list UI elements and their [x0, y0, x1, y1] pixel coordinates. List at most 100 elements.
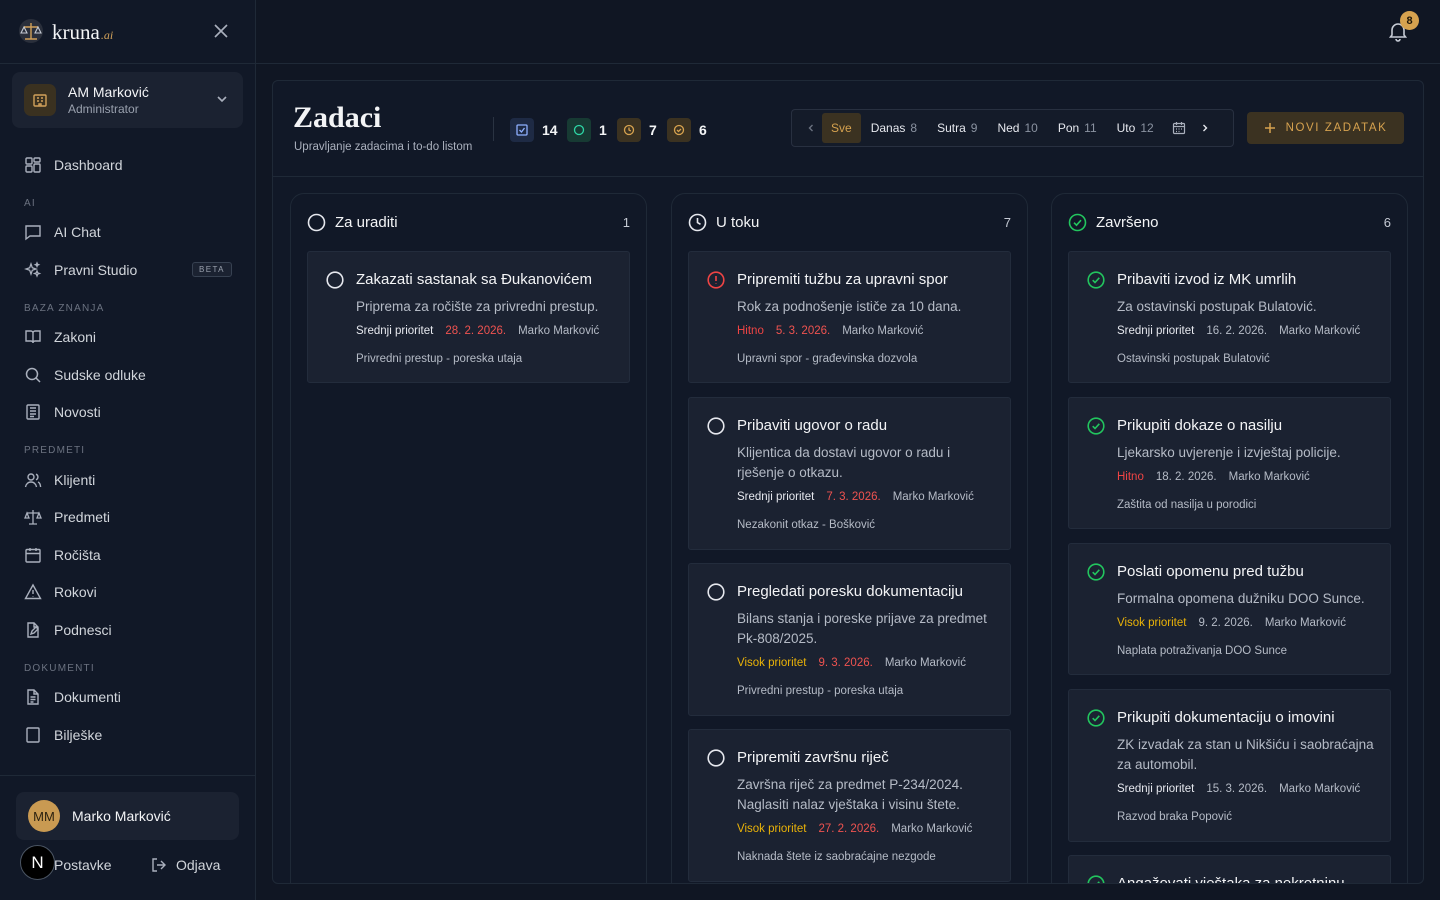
- check-circle-icon[interactable]: [1087, 875, 1105, 884]
- account-switcher[interactable]: AM Marković Administrator: [12, 72, 243, 128]
- sidebar-item-label: Dokumenti: [54, 689, 121, 706]
- filter-uto[interactable]: Uto 12: [1107, 113, 1164, 143]
- task-card[interactable]: Pribaviti ugovor o radu Klijentica da do…: [688, 397, 1011, 550]
- check-circle-icon[interactable]: [1087, 417, 1105, 435]
- tasks-panel: Zadaci Upravljanje zadacima i to-do list…: [272, 80, 1424, 884]
- task-card[interactable]: Poslati opomenu pred tužbu Formalna opom…: [1068, 543, 1391, 675]
- task-title: Poslati opomenu pred tužbu: [1117, 563, 1304, 580]
- filter-sutra[interactable]: Sutra 9: [927, 113, 987, 143]
- column-done: Završeno 6 Pribaviti izvod iz MK umrlih …: [1051, 193, 1408, 884]
- filter-sve[interactable]: Sve: [822, 113, 861, 143]
- column-header: Za uraditi: [307, 213, 398, 232]
- task-card[interactable]: Prikupiti dokaze o nasilju Ljekarsko uvj…: [1068, 397, 1391, 529]
- sidebar-item-rokovi[interactable]: Rokovi: [0, 574, 256, 612]
- calendar-icon: [1172, 122, 1185, 135]
- sidebar-item-klijenti[interactable]: Klijenti: [0, 461, 256, 499]
- alert-circle-icon[interactable]: [707, 271, 725, 289]
- filter-ned[interactable]: Ned 10: [987, 113, 1047, 143]
- stat-done: 6: [667, 118, 707, 142]
- task-card[interactable]: Pripremiti završnu riječ Završna riječ z…: [688, 729, 1011, 882]
- sidebar-item-rocista[interactable]: Ročišta: [0, 536, 256, 574]
- task-case: Upravni spor - građevinska dozvola: [737, 353, 918, 365]
- task-description: Rok za podnošenje ističe za 10 dana.: [737, 299, 962, 314]
- task-case: Ostavinski postupak Bulatović: [1117, 353, 1270, 365]
- filter-calendar-button[interactable]: [1164, 121, 1194, 135]
- task-card[interactable]: Zakazati sastanak sa Đukanovićem Priprem…: [307, 251, 630, 383]
- sidebar-item-label: Klijenti: [54, 471, 96, 488]
- close-sidebar-button[interactable]: [210, 20, 232, 42]
- sidebar-item-label: Bilješke: [54, 726, 103, 743]
- column-title: Za uraditi: [335, 214, 398, 231]
- sidebar-item-label: Ročišta: [54, 546, 101, 563]
- sparkles-icon: [24, 261, 42, 278]
- task-priority: Hitno: [737, 325, 764, 337]
- users-icon: [24, 473, 42, 487]
- logout-link[interactable]: Odjava: [150, 856, 220, 874]
- check-circle-icon[interactable]: [1087, 563, 1105, 581]
- stat-total-value: 14: [542, 122, 558, 138]
- sidebar-item-label: Podnesci: [54, 621, 112, 638]
- task-card[interactable]: Angažovati vještaka za nekretninu: [1068, 855, 1391, 884]
- page-title: Zadaci: [293, 101, 382, 134]
- circle-icon[interactable]: [707, 583, 725, 601]
- sidebar-item-podnesci[interactable]: Podnesci: [0, 611, 256, 649]
- nav-section-baza-znanja: BAZA ZNANJA: [24, 302, 105, 314]
- document-icon: [27, 689, 39, 705]
- filter-prev-button[interactable]: [800, 123, 822, 133]
- task-date: 27. 2. 2026.: [818, 823, 880, 835]
- header-separator: [493, 117, 494, 141]
- sidebar-item-predmeti[interactable]: Predmeti: [0, 499, 256, 537]
- brand-logo[interactable]: kruna.ai: [18, 16, 113, 48]
- stat-in-progress-value: 7: [649, 122, 657, 138]
- sidebar-item-label: Zakoni: [54, 329, 97, 346]
- page-subtitle: Upravljanje zadacima i to-do listom: [294, 141, 473, 153]
- newspaper-icon: [26, 404, 40, 420]
- sidebar-item-biljeske[interactable]: Bilješke: [0, 716, 256, 754]
- task-date: 28. 2. 2026.: [445, 325, 507, 337]
- sidebar-item-zakoni[interactable]: Zakoni: [0, 319, 256, 357]
- circle-icon[interactable]: [707, 417, 725, 435]
- sidebar-item-label: Novosti: [54, 404, 101, 421]
- task-title: Pregledati poresku dokumentaciju: [737, 583, 963, 600]
- check-circle-icon[interactable]: [1087, 709, 1105, 727]
- sidebar-item-pravni-studio[interactable]: Pravni Studio BETA: [0, 251, 256, 289]
- warning-icon: [24, 583, 42, 600]
- filter-danas[interactable]: Danas 8: [861, 113, 927, 143]
- new-task-button[interactable]: NOVI ZADATAK: [1247, 112, 1404, 144]
- task-case: Privredni prestup - poreska utaja: [737, 685, 904, 697]
- check-circle-icon[interactable]: [1087, 271, 1105, 289]
- task-card[interactable]: Pribaviti izvod iz MK umrlih Za ostavins…: [1068, 251, 1391, 383]
- account-name: AM Marković: [68, 84, 149, 100]
- circle-icon[interactable]: [326, 271, 344, 289]
- circle-icon[interactable]: [707, 749, 725, 767]
- circle-icon: [567, 118, 591, 142]
- task-card[interactable]: Pregledati poresku dokumentaciju Bilans …: [688, 563, 1011, 716]
- task-date: 9. 3. 2026.: [818, 657, 873, 669]
- task-meta: Hitno 18. 2. 2026. Marko Marković: [1117, 471, 1310, 483]
- task-owner: Marko Marković: [1264, 617, 1346, 629]
- task-title: Pripremiti završnu riječ: [737, 749, 889, 766]
- task-priority: Visok prioritet: [737, 823, 807, 835]
- sidebar-item-dokumenti[interactable]: Dokumenti: [0, 679, 256, 717]
- column-header: U toku: [688, 213, 759, 232]
- task-card[interactable]: Prikupiti dokumentaciju o imovini ZK izv…: [1068, 689, 1391, 842]
- task-meta: Srednji prioritet 15. 3. 2026. Marko Mar…: [1117, 783, 1360, 795]
- filter-pon[interactable]: Pon 11: [1048, 113, 1107, 143]
- stat-todo-value: 1: [599, 122, 607, 138]
- next-dev-badge[interactable]: N: [20, 845, 55, 880]
- circle-icon: [307, 213, 326, 232]
- panel-header: Zadaci Upravljanje zadacima i to-do list…: [273, 81, 1423, 177]
- sidebar-item-dashboard[interactable]: Dashboard: [0, 146, 256, 184]
- sidebar-item-ai-chat[interactable]: AI Chat: [0, 214, 256, 252]
- sidebar-item-sudske-odluke[interactable]: Sudske odluke: [0, 356, 256, 394]
- task-date: 16. 2. 2026.: [1206, 325, 1268, 337]
- user-card[interactable]: MM Marko Marković: [16, 792, 239, 840]
- filter-next-button[interactable]: [1194, 123, 1216, 133]
- task-card[interactable]: Pripremiti tužbu za upravni spor Rok za …: [688, 251, 1011, 383]
- chevron-down-icon: [217, 96, 227, 103]
- task-meta: Srednji prioritet 28. 2. 2026. Marko Mar…: [356, 325, 599, 337]
- task-meta: Visok prioritet 27. 2. 2026. Marko Marko…: [737, 823, 972, 835]
- column-header: Završeno: [1068, 213, 1159, 232]
- sidebar-item-novosti[interactable]: Novosti: [0, 394, 256, 432]
- sidebar-nav: Dashboard AI AI Chat Pravni Studio BETA …: [0, 146, 256, 776]
